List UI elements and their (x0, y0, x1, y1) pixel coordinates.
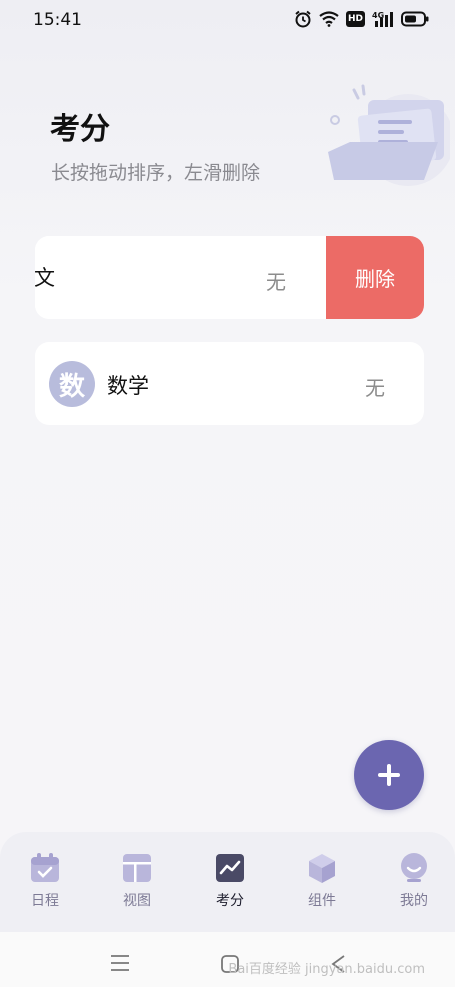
status-bar: 15:41 HD 4G (0, 0, 455, 40)
battery-icon (401, 11, 429, 27)
tab-label: 我的 (400, 893, 428, 909)
subject-card-swiped[interactable]: 文 无 删除 (35, 236, 424, 319)
tab-label: 组件 (308, 893, 336, 909)
subject-score: 无 (266, 270, 286, 294)
hd-badge: HD (345, 11, 365, 27)
folder-illustration (328, 84, 450, 186)
signal-icon: 4G (372, 11, 393, 27)
plus-icon (378, 764, 400, 786)
page-title: 考分 (50, 112, 110, 147)
tab-label: 视图 (123, 893, 151, 909)
add-subject-button[interactable] (354, 740, 424, 810)
subject-name: 文 (35, 266, 55, 290)
system-nav-bar: Bai百度经验 jingyan.baidu.com (0, 932, 455, 987)
calendar-icon (31, 853, 59, 882)
user-icon (401, 853, 427, 882)
subject-score: 无 (365, 376, 385, 400)
tab-view[interactable]: 视图 (102, 852, 172, 922)
chart-icon (216, 854, 244, 882)
watermark: Bai百度经验 jingyan.baidu.com (228, 962, 425, 977)
subject-name: 数学 (107, 374, 149, 398)
tab-schedule[interactable]: 日程 (10, 852, 80, 922)
tab-widgets[interactable]: 组件 (287, 852, 357, 922)
tab-scores[interactable]: 考分 (195, 852, 265, 922)
tab-label: 日程 (31, 893, 59, 909)
page-subtitle: 长按拖动排序，左滑删除 (51, 162, 261, 184)
cube-icon (309, 854, 335, 883)
status-time: 15:41 (33, 10, 82, 30)
tab-me[interactable]: 我的 (379, 852, 449, 922)
delete-button[interactable]: 删除 (326, 236, 424, 319)
layout-icon (123, 854, 151, 882)
menu-icon[interactable] (110, 954, 130, 972)
tab-label: 考分 (216, 893, 244, 909)
subject-avatar: 数 (49, 361, 95, 407)
subject-card-content[interactable]: 文 无 (35, 236, 326, 319)
subject-card[interactable]: 数 数学 无 (35, 342, 424, 425)
status-icons: HD 4G (294, 10, 429, 28)
bottom-tab-bar: 日程 视图 考分 组件 我的 (0, 832, 455, 932)
alarm-icon (295, 10, 311, 28)
wifi-icon (319, 11, 339, 27)
